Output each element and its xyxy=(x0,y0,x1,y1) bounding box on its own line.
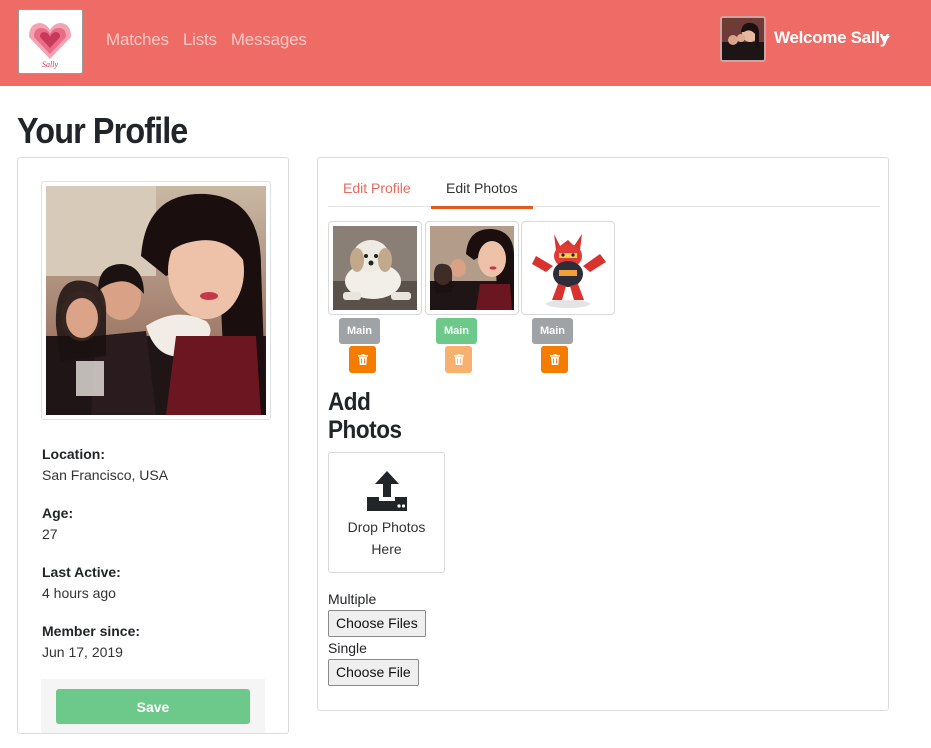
single-label: Single xyxy=(328,640,367,656)
delete-photo-button-disabled[interactable] xyxy=(445,346,472,373)
last-active-value: 4 hours ago xyxy=(42,585,116,601)
nav-links: Matches Lists Messages xyxy=(106,30,307,50)
trash-icon xyxy=(453,354,464,365)
set-main-button[interactable]: Main xyxy=(339,318,380,344)
photo-thumbnail-girls[interactable] xyxy=(425,221,519,315)
tab-bar: Edit Profile Edit Photos xyxy=(328,170,880,209)
trash-icon xyxy=(549,354,560,365)
location-label: Location: xyxy=(42,446,105,462)
delete-photo-button[interactable] xyxy=(541,346,568,373)
last-active-field: Last Active: 4 hours ago xyxy=(42,564,121,601)
card-footer: Save xyxy=(41,679,265,733)
brand-logo[interactable]: Sally xyxy=(18,9,83,74)
tab-edit-photos[interactable]: Edit Photos xyxy=(431,170,533,209)
avatar[interactable] xyxy=(720,16,766,62)
member-since-label: Member since: xyxy=(42,623,141,639)
photo-drop-zone[interactable]: Drop Photos Here xyxy=(328,452,445,573)
multiple-label: Multiple xyxy=(328,591,377,607)
nav-link-matches[interactable]: Matches xyxy=(106,30,169,50)
navbar: Sally Matches Lists Messages Welcome Sal… xyxy=(0,0,931,86)
tab-edit-profile[interactable]: Edit Profile xyxy=(328,170,426,207)
upload-icon xyxy=(367,471,407,511)
edit-card: Edit Profile Edit Photos Main Main Main … xyxy=(317,157,889,711)
age-value: 27 xyxy=(42,526,58,542)
heart-logo-icon: Sally xyxy=(29,23,71,69)
profile-card: Location: San Francisco, USA Age: 27 Las… xyxy=(17,157,289,734)
nav-link-messages[interactable]: Messages xyxy=(231,30,307,50)
add-photos-heading: Add Photos xyxy=(328,388,402,444)
add-photos-heading-line1: Add xyxy=(328,388,371,416)
page-title: Your Profile xyxy=(17,110,188,151)
caret-down-icon[interactable] xyxy=(880,36,890,42)
age-label: Age: xyxy=(42,505,74,521)
trash-icon xyxy=(357,354,368,365)
drop-zone-line2: Here xyxy=(371,541,402,557)
save-button[interactable]: Save xyxy=(56,689,250,724)
photo-thumbnail-dog[interactable] xyxy=(328,221,422,315)
main-photo-button[interactable]: Main xyxy=(436,318,477,344)
last-active-label: Last Active: xyxy=(42,564,121,580)
logo-text: Sally xyxy=(42,60,58,69)
member-since-value: Jun 17, 2019 xyxy=(42,644,123,660)
choose-files-button[interactable]: Choose Files xyxy=(328,610,426,637)
member-since-field: Member since: Jun 17, 2019 xyxy=(42,623,140,660)
drop-zone-line1: Drop Photos xyxy=(347,519,426,535)
set-main-button[interactable]: Main xyxy=(532,318,573,344)
drop-zone-text: Drop Photos Here xyxy=(329,516,444,560)
age-field: Age: 27 xyxy=(42,505,73,542)
add-photos-heading-line2: Photos xyxy=(328,416,402,444)
profile-photo xyxy=(41,181,271,420)
welcome-user-dropdown[interactable]: Welcome Sally xyxy=(774,28,889,48)
photo-thumbnail-monster[interactable] xyxy=(521,221,615,315)
nav-link-lists[interactable]: Lists xyxy=(183,30,217,50)
location-field: Location: San Francisco, USA xyxy=(42,446,168,483)
choose-file-button[interactable]: Choose File xyxy=(328,659,419,686)
location-value: San Francisco, USA xyxy=(42,467,169,483)
delete-photo-button[interactable] xyxy=(349,346,376,373)
